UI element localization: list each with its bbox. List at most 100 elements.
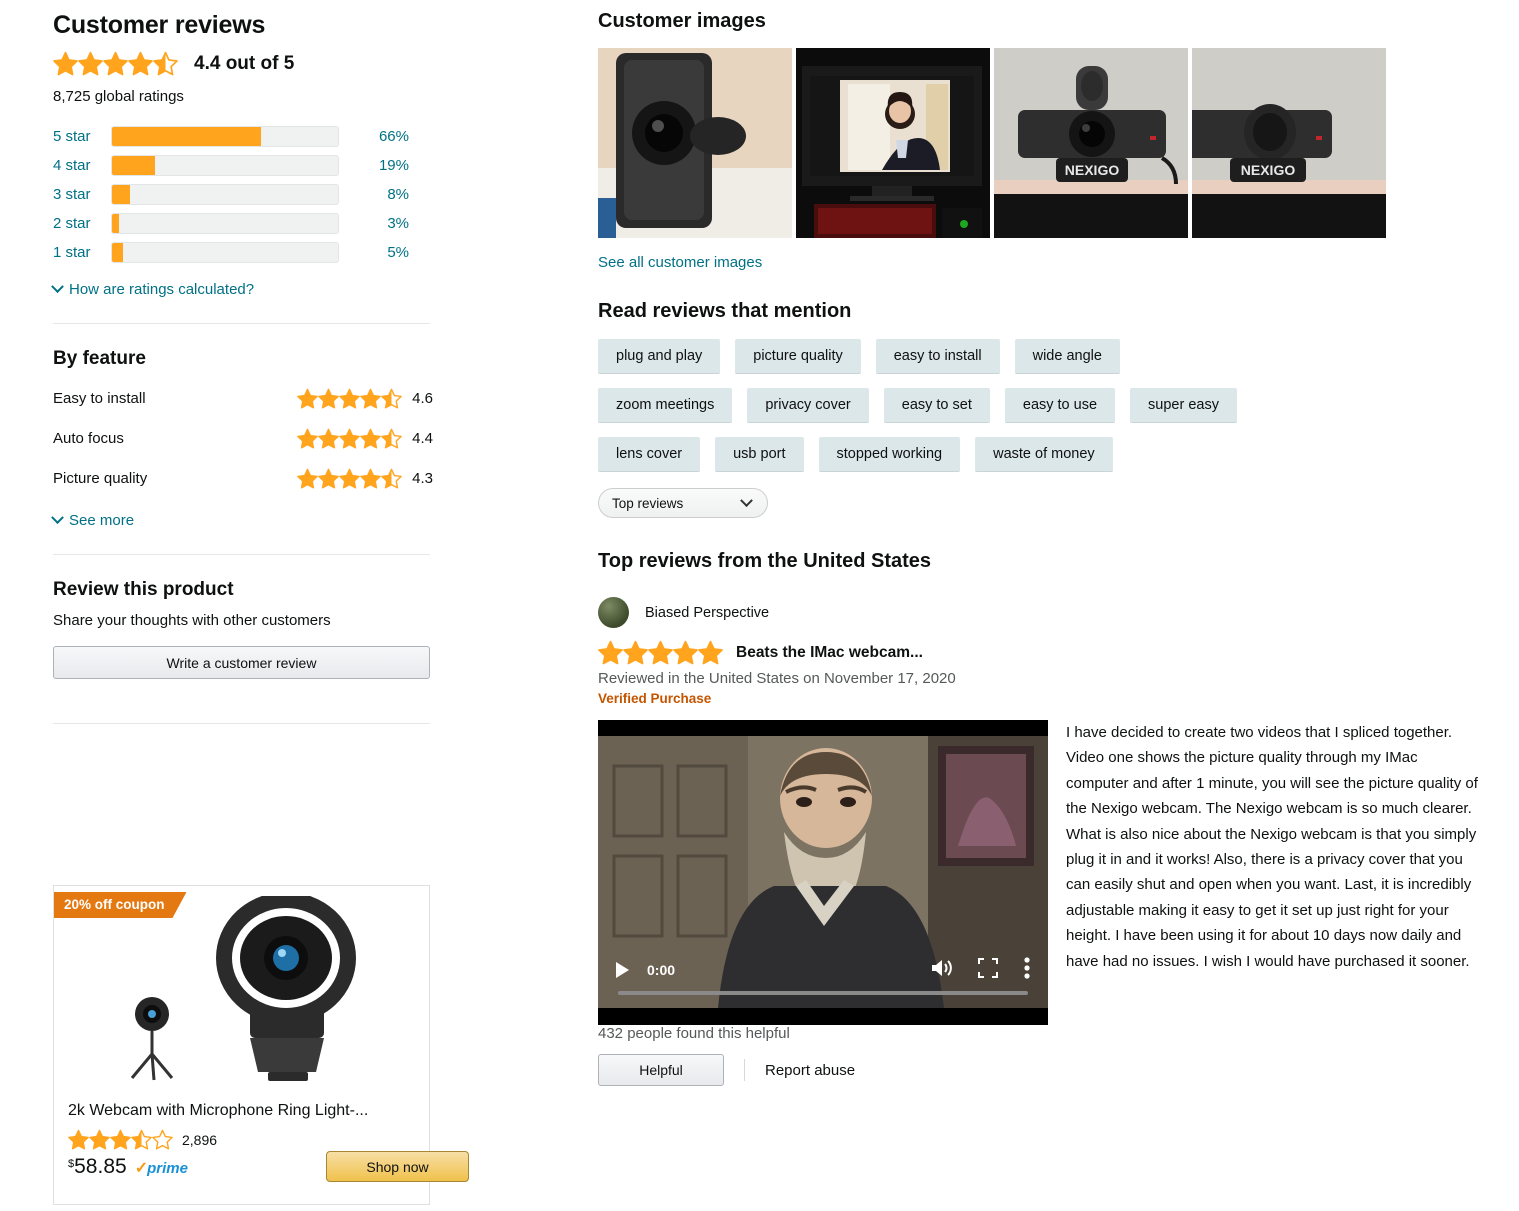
how-ratings-calculated-link[interactable]: How are ratings calculated?	[51, 280, 433, 298]
mention-tag-stopped-working[interactable]: stopped working	[818, 437, 961, 472]
ad-rating-stars	[68, 1129, 173, 1150]
histogram-row: 3 star 8%	[53, 180, 433, 209]
ad-price-row: $ 58.85 ✓ prime	[68, 1155, 188, 1179]
review-this-product-title: Review this product	[53, 579, 234, 600]
verified-purchase-badge: Verified Purchase	[598, 691, 712, 706]
mention-tag-cloud: plug and play picture quality easy to in…	[598, 339, 1478, 472]
ring-light-webcam-illustration	[130, 896, 356, 1081]
svg-text:NEXIGO: NEXIGO	[1241, 162, 1296, 178]
feature-score: 4.6	[412, 389, 433, 407]
video-progress-bar[interactable]	[618, 991, 1028, 995]
see-more-label: See more	[69, 512, 135, 529]
how-ratings-calculated-label: How are ratings calculated?	[69, 281, 255, 298]
mention-tag-row: zoom meetings privacy cover easy to set …	[598, 388, 1478, 423]
customer-image-thumbnail[interactable]: NEXIGO	[994, 48, 1188, 238]
review-actions: Helpful Report abuse	[598, 1054, 1478, 1086]
feature-list: Easy to install 4.6 Auto focus 4.4 Pictu…	[53, 378, 433, 498]
ad-rating-row[interactable]: 2,896	[68, 1129, 217, 1150]
feature-name-auto-focus: Auto focus	[53, 429, 124, 447]
customer-image-thumbnail[interactable]: NEXIGO	[1192, 48, 1386, 238]
feature-stars	[297, 428, 402, 449]
ad-product-image	[54, 896, 431, 1096]
customer-image-thumbnail[interactable]	[796, 48, 990, 238]
histogram-label-2-star[interactable]: 2 star	[53, 215, 111, 232]
sort-reviews-value: Top reviews	[612, 495, 684, 511]
mention-tag-easy-to-use[interactable]: easy to use	[1004, 388, 1116, 423]
helpful-count: 432 people found this helpful	[598, 1025, 790, 1042]
histogram-bar-2-star[interactable]	[111, 213, 339, 234]
histogram-label-4-star[interactable]: 4 star	[53, 157, 111, 174]
divider	[53, 554, 430, 555]
see-all-customer-images-link[interactable]: See all customer images	[598, 254, 762, 271]
feature-rating: 4.4	[297, 428, 433, 449]
review-author-name[interactable]: Biased Perspective	[645, 605, 769, 621]
histogram-row: 1 star 5%	[53, 238, 433, 267]
prime-badge: ✓ prime	[135, 1158, 188, 1178]
feature-rating: 4.6	[297, 388, 433, 409]
see-all-customer-images-link-wrap: See all customer images	[598, 254, 1478, 272]
play-icon[interactable]	[616, 962, 629, 978]
page-title: Customer reviews	[53, 11, 266, 39]
histogram-bar-1-star[interactable]	[111, 242, 339, 263]
coupon-badge: 20% off coupon	[54, 892, 187, 918]
mention-tag-waste-of-money[interactable]: waste of money	[975, 437, 1113, 472]
volume-icon[interactable]	[930, 958, 952, 983]
ad-currency-symbol: $	[68, 1158, 75, 1170]
feature-row: Easy to install 4.6	[53, 378, 433, 418]
mention-tag-privacy-cover[interactable]: privacy cover	[747, 388, 869, 423]
reviews-content-column: Customer images NEXIGO NEXIGO See all cu…	[598, 0, 1478, 1086]
review-meta: Reviewed in the United States on Novembe…	[598, 670, 956, 687]
review-title-row[interactable]: Beats the IMac webcam...	[598, 640, 1478, 665]
fullscreen-icon[interactable]	[978, 957, 998, 983]
overall-rating-stars	[53, 51, 178, 76]
prime-label: prime	[147, 1159, 188, 1177]
feature-stars	[297, 388, 402, 409]
review-item: Biased Perspective Beats the IMac webcam…	[598, 597, 1478, 1086]
report-abuse-link[interactable]: Report abuse	[765, 1062, 855, 1079]
mention-tag-easy-to-install[interactable]: easy to install	[875, 339, 1000, 374]
histogram-percent-3-star[interactable]: 8%	[353, 186, 409, 203]
sort-reviews-dropdown[interactable]: Top reviews	[598, 488, 768, 518]
histogram-percent-4-star[interactable]: 19%	[353, 157, 409, 174]
histogram-label-5-star[interactable]: 5 star	[53, 128, 111, 145]
write-customer-review-button[interactable]: Write a customer review	[53, 646, 430, 679]
feature-row: Picture quality 4.3	[53, 458, 433, 498]
customer-reviews-page: Customer reviews 4.4 out of 5 8,725 glob…	[0, 0, 1519, 1211]
histogram-label-3-star[interactable]: 3 star	[53, 186, 111, 203]
customer-image-thumbnail[interactable]	[598, 48, 792, 238]
sponsored-product-card[interactable]: 20% off coupon 2k Webcam with Microphone…	[53, 885, 469, 1205]
feature-score: 4.3	[412, 469, 433, 487]
svg-text:NEXIGO: NEXIGO	[1065, 162, 1120, 178]
histogram-percent-1-star[interactable]: 5%	[353, 244, 409, 261]
helpful-button[interactable]: Helpful	[598, 1054, 724, 1086]
customer-images-gallery: NEXIGO NEXIGO	[598, 48, 1478, 238]
customer-images-title: Customer images	[598, 10, 766, 32]
review-title[interactable]: Beats the IMac webcam...	[736, 644, 923, 662]
read-reviews-mention-title: Read reviews that mention	[598, 300, 852, 322]
video-controls: 0:00	[598, 953, 1048, 987]
mention-tag-picture-quality[interactable]: picture quality	[735, 339, 861, 374]
mention-tag-easy-to-set[interactable]: easy to set	[883, 388, 990, 423]
histogram-percent-2-star[interactable]: 3%	[353, 215, 409, 232]
review-video-player[interactable]: 0:00	[598, 720, 1048, 1025]
overall-rating-row: 4.4 out of 5	[53, 51, 433, 76]
histogram-label-1-star[interactable]: 1 star	[53, 244, 111, 261]
see-more-features-link[interactable]: See more	[51, 511, 433, 529]
histogram-bar-5-star[interactable]	[111, 126, 339, 147]
mention-tag-plug-and-play[interactable]: plug and play	[598, 339, 721, 374]
mention-tag-usb-port[interactable]: usb port	[715, 437, 804, 472]
histogram-bar-3-star[interactable]	[111, 184, 339, 205]
shop-now-button[interactable]: Shop now	[326, 1151, 469, 1182]
more-options-icon[interactable]	[1024, 956, 1030, 984]
review-body-wrap: 0:00 I have decided to create two videos…	[598, 720, 1478, 1025]
mention-tag-zoom-meetings[interactable]: zoom meetings	[598, 388, 733, 423]
global-ratings-count: 8,725 global ratings	[53, 88, 184, 105]
review-author-row[interactable]: Biased Perspective	[598, 597, 1478, 628]
mention-tag-super-easy[interactable]: super easy	[1130, 388, 1237, 423]
feature-stars	[297, 468, 402, 489]
mention-tag-wide-angle[interactable]: wide angle	[1014, 339, 1120, 374]
ad-product-title[interactable]: 2k Webcam with Microphone Ring Light-...	[68, 1102, 418, 1120]
histogram-percent-5-star[interactable]: 66%	[353, 128, 409, 145]
mention-tag-lens-cover[interactable]: lens cover	[598, 437, 701, 472]
histogram-bar-4-star[interactable]	[111, 155, 339, 176]
